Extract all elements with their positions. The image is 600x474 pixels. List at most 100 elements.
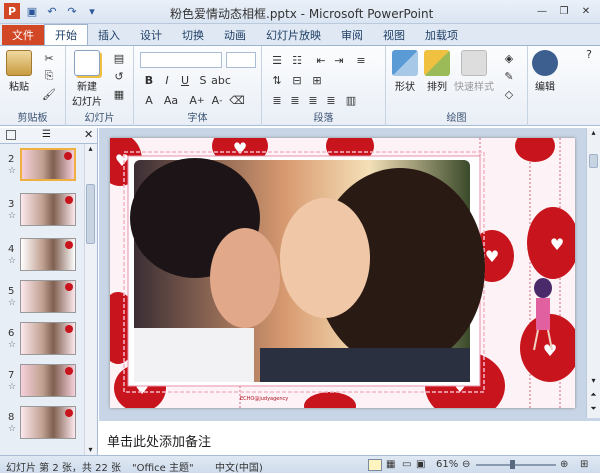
animation-star-icon: ☆ — [8, 424, 17, 434]
restore-button[interactable]: ❐ — [554, 3, 574, 19]
slide-thumbnail-2[interactable] — [20, 148, 76, 181]
underline-icon[interactable]: U — [178, 74, 192, 87]
slideshow-icon[interactable]: ▣ — [416, 459, 425, 470]
decrease-indent-icon[interactable]: ⇤ — [314, 54, 328, 67]
tab-design[interactable]: 设计 — [130, 25, 172, 45]
align-left-icon[interactable]: ≣ — [270, 94, 284, 107]
shapes-button[interactable]: 形状 — [392, 50, 418, 93]
next-slide-icon[interactable]: ⏷ — [587, 404, 600, 416]
normal-view-icon[interactable] — [368, 459, 382, 471]
arrange-button[interactable]: 排列 — [424, 50, 450, 93]
zoom-slider-thumb[interactable] — [510, 460, 515, 469]
slide-thumbnail-7[interactable] — [20, 364, 76, 397]
zoom-level[interactable]: 61% — [436, 459, 458, 470]
minimize-button[interactable]: — — [532, 3, 552, 19]
save-icon[interactable]: ▣ — [24, 3, 40, 19]
font-name-combo[interactable] — [140, 52, 222, 68]
reading-view-icon[interactable]: ▭ — [402, 459, 411, 470]
slide-scroll-thumb[interactable] — [589, 154, 598, 168]
group-label-drawing: 绘图 — [446, 113, 467, 124]
section-icon[interactable]: ▦ — [112, 88, 126, 101]
layout-icon[interactable]: ▤ — [112, 52, 126, 65]
tab-animations[interactable]: 动画 — [214, 25, 256, 45]
group-font: B I U S abc A Aa A + A- ⌫ 字体 — [134, 46, 262, 126]
notes-pane[interactable]: 单击此处添加备注 — [99, 418, 600, 455]
tab-insert[interactable]: 插入 — [88, 25, 130, 45]
close-pane-icon[interactable]: ✕ — [84, 128, 93, 141]
increase-indent-icon[interactable]: ⇥ — [332, 54, 346, 67]
clear-format-icon[interactable]: ⌫ — [229, 94, 245, 107]
language-indicator[interactable]: 中文(中国) — [215, 459, 263, 474]
current-slide[interactable]: ♥ ♥ ♥ ♥ ♥ ♥ ♥ — [110, 138, 575, 408]
scroll-up-icon[interactable]: ▴ — [587, 128, 600, 140]
tab-review[interactable]: 审阅 — [331, 25, 373, 45]
thumbnails-scroll-thumb[interactable] — [86, 184, 95, 244]
smartart-icon[interactable]: ⊞ — [310, 74, 324, 87]
customize-qat-icon[interactable]: ▾ — [84, 3, 100, 19]
shape-fill-icon[interactable]: ◈ — [502, 52, 516, 65]
new-slide-button[interactable]: 新建 幻灯片 — [72, 50, 102, 108]
tab-file[interactable]: 文件 — [2, 25, 44, 45]
quick-styles-button[interactable]: 快速样式 — [454, 50, 494, 93]
slide-thumbnail-5[interactable] — [20, 280, 76, 313]
reset-icon[interactable]: ↺ — [112, 70, 126, 83]
ribbon: 粘贴 ✂ ⎘ 🖌 剪贴板 新建 幻灯片 ▤ ↺ ▦ 幻灯片 B I U S ab… — [0, 46, 600, 126]
theme-name[interactable]: "Office 主题" — [132, 459, 194, 474]
justify-icon[interactable]: ≣ — [324, 94, 338, 107]
animation-star-icon: ☆ — [8, 298, 17, 308]
scroll-down-icon[interactable]: ▾ — [587, 376, 600, 388]
thumbnail-number: 3 — [8, 199, 15, 210]
paste-button[interactable]: 粘贴 — [6, 50, 32, 93]
undo-icon[interactable]: ↶ — [44, 3, 60, 19]
edit-button[interactable]: 编辑 — [532, 50, 558, 93]
outline-tab-icon[interactable]: ☰ — [42, 129, 51, 140]
slide-thumbnail-4[interactable] — [20, 238, 76, 271]
format-painter-icon[interactable]: 🖌 — [42, 88, 56, 101]
italic-icon[interactable]: I — [160, 74, 174, 87]
line-spacing-icon[interactable]: ≡ — [354, 54, 368, 67]
align-center-icon[interactable]: ≣ — [288, 94, 302, 107]
bold-icon[interactable]: B — [142, 74, 156, 87]
tab-view[interactable]: 视图 — [373, 25, 415, 45]
slide-thumbnail-6[interactable] — [20, 322, 76, 355]
text-direction-icon[interactable]: ⇅ — [270, 74, 284, 87]
shrink-font-icon[interactable]: A- — [210, 94, 224, 107]
redo-icon[interactable]: ↷ — [64, 3, 80, 19]
font-size-combo[interactable] — [226, 52, 256, 68]
zoom-in-icon[interactable]: ⊕ — [560, 459, 568, 470]
strikethrough-icon[interactable]: abc — [211, 74, 231, 87]
paste-icon — [6, 50, 32, 76]
slides-tab-icon[interactable] — [6, 130, 16, 140]
cut-icon[interactable]: ✂ — [42, 52, 56, 65]
change-case-icon[interactable]: Aa — [164, 94, 178, 107]
slide-vertical-scrollbar[interactable]: ▴ ▾ ⏶ ⏷ — [586, 128, 600, 418]
shape-outline-icon[interactable]: ✎ — [502, 70, 516, 83]
shadow-icon[interactable]: S — [196, 74, 210, 87]
zoom-out-icon[interactable]: ⊖ — [462, 459, 470, 470]
previous-slide-icon[interactable]: ⏶ — [587, 390, 600, 402]
tab-transitions[interactable]: 切换 — [172, 25, 214, 45]
fit-to-window-icon[interactable]: ⊞ — [580, 459, 588, 470]
bullets-icon[interactable]: ☰ — [270, 54, 284, 67]
slide-thumbnail-3[interactable] — [20, 193, 76, 226]
group-paragraph: ☰ ☷ ⇤ ⇥ ≡ ⇅ ⊟ ⊞ ≣ ≣ ≣ ≣ ▥ 段落 — [262, 46, 386, 126]
numbering-icon[interactable]: ☷ — [290, 54, 304, 67]
slide-thumbnail-8[interactable] — [20, 406, 76, 439]
tab-addins[interactable]: 加载项 — [415, 25, 468, 45]
zoom-slider[interactable] — [476, 464, 556, 466]
align-right-icon[interactable]: ≣ — [306, 94, 320, 107]
align-text-icon[interactable]: ⊟ — [290, 74, 304, 87]
shape-effects-icon[interactable]: ◇ — [502, 88, 516, 101]
tab-slideshow[interactable]: 幻灯片放映 — [256, 25, 331, 45]
slide-sorter-icon[interactable]: ▦ — [386, 459, 395, 470]
tab-home[interactable]: 开始 — [44, 24, 88, 45]
columns-icon[interactable]: ▥ — [344, 94, 358, 107]
help-icon[interactable]: ? — [582, 48, 596, 61]
font-color-icon[interactable]: A — [142, 94, 156, 107]
copy-icon[interactable]: ⎘ — [42, 69, 56, 82]
thumbnail-number: 2 — [8, 154, 15, 165]
thumbnails-scrollbar[interactable]: ▴ ▾ — [84, 144, 96, 455]
close-button[interactable]: ✕ — [576, 3, 596, 19]
grow-font-icon[interactable]: A + — [189, 94, 204, 107]
powerpoint-app-icon[interactable]: P — [4, 3, 20, 19]
